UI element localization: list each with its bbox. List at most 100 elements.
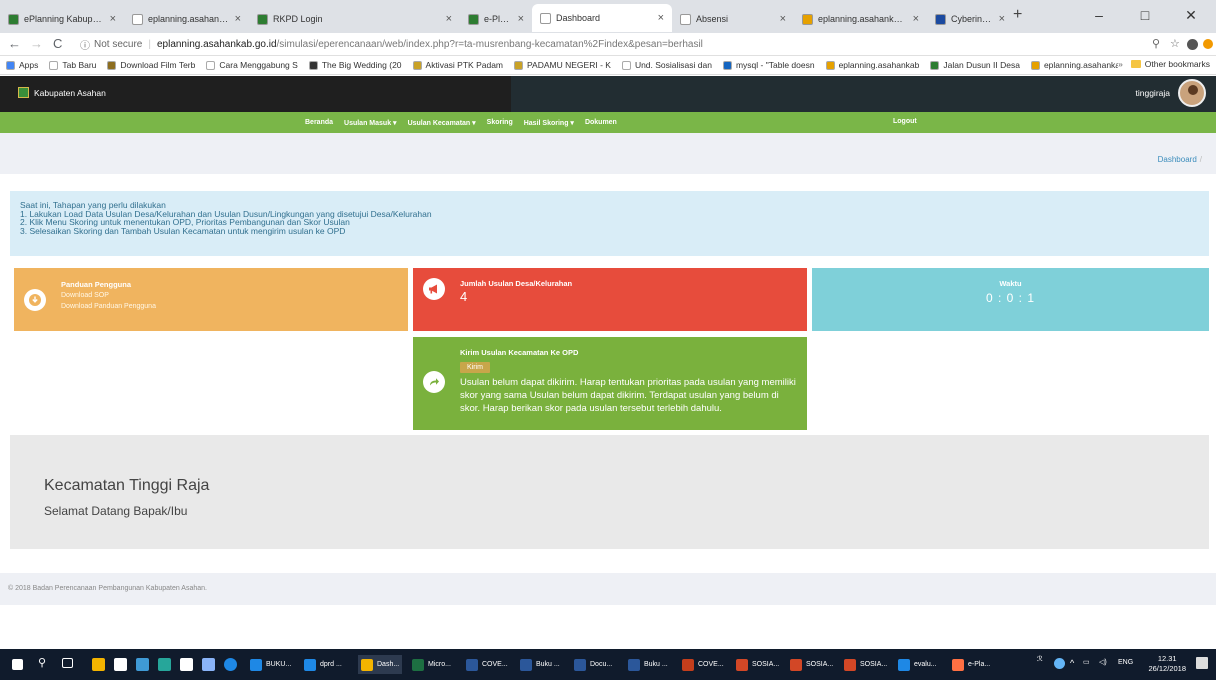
taskbar-app[interactable]: Buku ... bbox=[520, 655, 560, 674]
new-tab-icon[interactable]: + bbox=[1013, 6, 1022, 24]
taskbar-app[interactable]: evalu... bbox=[898, 655, 937, 674]
bookmark-item[interactable]: Jalan Dusun II Desa bbox=[930, 60, 1020, 70]
windows-start-icon[interactable] bbox=[12, 659, 23, 670]
taskbar-app[interactable]: e-Pla... bbox=[952, 655, 990, 674]
app-icon bbox=[466, 658, 478, 671]
nav-item[interactable]: Hasil Skoring ▾ bbox=[524, 119, 574, 127]
star-icon[interactable]: ☆ bbox=[1170, 37, 1180, 50]
bookmark-item[interactable]: The Big Wedding (20 bbox=[308, 60, 402, 70]
tray-app-icon[interactable] bbox=[1054, 658, 1065, 669]
close-tab-icon[interactable]: × bbox=[780, 13, 786, 25]
close-tab-icon[interactable]: × bbox=[518, 13, 524, 25]
brand[interactable]: Kabupaten Asahan bbox=[18, 87, 106, 98]
browser-tab[interactable]: RKPD Login × bbox=[249, 5, 460, 33]
logout-link[interactable]: Logout bbox=[893, 118, 917, 125]
browser-tab[interactable]: e-Planning Kabupaten Asah × bbox=[460, 5, 532, 33]
close-tab-icon[interactable]: × bbox=[446, 13, 452, 25]
browser-tab[interactable]: eplanning.asahankab.go.id × bbox=[794, 5, 927, 33]
bookmark-item[interactable]: Aktivasi PTK Padam bbox=[412, 60, 503, 70]
bookmark-item[interactable]: Cara Menggabung S bbox=[206, 60, 298, 70]
close-tab-icon[interactable]: × bbox=[913, 13, 919, 25]
bookmark-label: PADAMU NEGERI - K bbox=[527, 60, 611, 70]
back-icon[interactable]: ← bbox=[8, 36, 21, 51]
clock[interactable]: 12.31 26/12/2018 bbox=[1148, 654, 1186, 674]
reload-icon[interactable]: C bbox=[53, 36, 62, 51]
taskbar-app[interactable]: COVE... bbox=[682, 655, 724, 674]
bookmark-label: Download Film Terb bbox=[120, 60, 196, 70]
brand-label: Kabupaten Asahan bbox=[34, 87, 106, 98]
search-icon[interactable]: ⚲ bbox=[38, 656, 46, 669]
nav-item[interactable]: Beranda bbox=[305, 119, 333, 126]
jumlah-title: Jumlah Usulan Desa/Kelurahan bbox=[460, 279, 573, 288]
mail-icon[interactable] bbox=[180, 658, 193, 671]
bookmark-item[interactable]: Und. Sosialisasi dan bbox=[621, 60, 712, 70]
pinned-app-icon[interactable] bbox=[202, 658, 215, 671]
browser-tab[interactable]: ePlanning Kabupaten Asaha × bbox=[0, 5, 124, 33]
task-view-icon[interactable] bbox=[62, 658, 73, 668]
download-sop-link[interactable]: Download SOP bbox=[61, 290, 156, 301]
info-icon[interactable]: ⓘ bbox=[80, 37, 90, 52]
notification-icon[interactable] bbox=[1196, 657, 1208, 669]
browser-tab[interactable]: Dashboard × bbox=[532, 4, 672, 32]
bookmark-label: Cara Menggabung S bbox=[219, 60, 298, 70]
user-menu[interactable]: tinggiraja bbox=[1136, 79, 1206, 107]
bookmark-icon bbox=[6, 60, 15, 70]
chevron-right-icon[interactable]: » bbox=[1118, 59, 1123, 69]
taskbar-app[interactable]: Dash... bbox=[358, 655, 403, 674]
megaphone-icon bbox=[423, 278, 445, 300]
profile-icon[interactable] bbox=[1203, 39, 1213, 49]
close-tab-icon[interactable]: × bbox=[999, 13, 1005, 25]
nav-item-label: Skoring bbox=[486, 119, 513, 126]
bookmark-item[interactable]: mysql - "Table doesn bbox=[722, 60, 815, 70]
bookmark-item[interactable]: Download Film Terb bbox=[107, 60, 195, 70]
download-panduan-link[interactable]: Download Panduan Pengguna bbox=[61, 301, 156, 312]
browser-tab[interactable]: Cyberindo Aditama | Speed × bbox=[927, 5, 1013, 33]
nav-item[interactable]: Dokumen bbox=[585, 119, 617, 126]
network-icon[interactable]: ▭ bbox=[1083, 658, 1090, 666]
pinned-app-icon[interactable] bbox=[92, 658, 105, 671]
breadcrumb-dashboard[interactable]: Dashboard bbox=[1158, 155, 1197, 164]
nav-item[interactable]: Usulan Kecamatan ▾ bbox=[408, 119, 476, 127]
taskbar-app[interactable]: Micro... bbox=[412, 655, 451, 674]
bookmark-item[interactable]: eplanning.asahankab bbox=[825, 60, 919, 70]
chevron-up-icon[interactable]: ^ bbox=[1070, 658, 1074, 668]
nav-item-label: Usulan Kecamatan bbox=[407, 119, 471, 127]
taskbar-app[interactable]: SOSIA... bbox=[844, 655, 887, 674]
maximize-icon[interactable]: □ bbox=[1122, 0, 1168, 30]
nav-item[interactable]: Skoring bbox=[487, 119, 513, 126]
pinned-app-icon[interactable] bbox=[136, 658, 149, 671]
taskbar-app[interactable]: BUKU... bbox=[250, 655, 291, 674]
extension-icon[interactable] bbox=[1187, 39, 1198, 50]
kirim-button[interactable]: Kirim bbox=[460, 362, 490, 373]
bookmark-item[interactable]: eplanning.asahankab bbox=[1030, 60, 1125, 70]
taskbar-app[interactable]: COVE... bbox=[466, 655, 508, 674]
waktu-title: Waktu bbox=[999, 279, 1022, 288]
close-tab-icon[interactable]: × bbox=[110, 13, 116, 25]
close-window-icon[interactable]: ✕ bbox=[1168, 0, 1214, 30]
taskbar-app[interactable]: Buku ... bbox=[628, 655, 668, 674]
close-tab-icon[interactable]: × bbox=[235, 13, 241, 25]
taskbar-app[interactable]: SOSIA... bbox=[790, 655, 833, 674]
browser-tab[interactable]: eplanning.asahankab.go.id × bbox=[124, 5, 249, 33]
zoom-icon[interactable]: ⚲ bbox=[1152, 37, 1160, 50]
bookmark-item[interactable]: PADAMU NEGERI - K bbox=[514, 60, 611, 70]
taskbar-app[interactable]: SOSIA... bbox=[736, 655, 779, 674]
forward-icon[interactable]: → bbox=[30, 36, 43, 51]
other-bookmarks[interactable]: » Other bookmarks bbox=[1118, 59, 1210, 69]
taskbar-app[interactable]: dprd ... bbox=[304, 655, 342, 674]
taskbar-app[interactable]: Docu... bbox=[574, 655, 612, 674]
volume-icon[interactable]: ◁) bbox=[1099, 658, 1107, 666]
close-tab-icon[interactable]: × bbox=[658, 12, 664, 24]
pinned-app-icon[interactable] bbox=[158, 658, 171, 671]
bookmark-item[interactable]: Apps bbox=[6, 60, 38, 70]
store-icon[interactable] bbox=[114, 658, 127, 671]
url-field[interactable]: ⓘ Not secure | eplanning.asahankab.go.id… bbox=[80, 35, 1150, 54]
minimize-icon[interactable]: – bbox=[1076, 0, 1122, 30]
ie-icon[interactable] bbox=[224, 658, 237, 671]
browser-tab[interactable]: Absensi × bbox=[672, 5, 794, 33]
bookmark-item[interactable]: Tab Baru bbox=[49, 60, 96, 70]
people-icon[interactable]: ℛ bbox=[1037, 655, 1043, 663]
app-icon bbox=[952, 658, 964, 671]
language-indicator[interactable]: ENG bbox=[1118, 659, 1133, 666]
nav-item[interactable]: Usulan Masuk ▾ bbox=[344, 119, 397, 127]
